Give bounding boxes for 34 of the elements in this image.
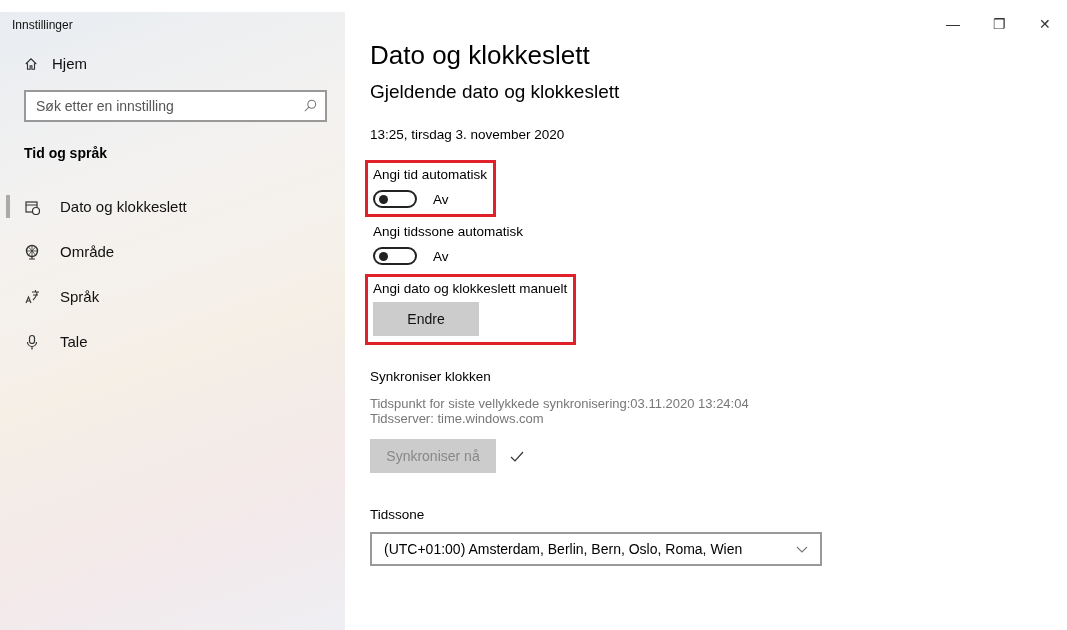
toggle-switch[interactable] — [373, 247, 417, 265]
timezone-label: Tidssone — [370, 507, 426, 522]
sidebar-item[interactable]: Tale — [6, 330, 345, 353]
search-icon — [303, 99, 317, 113]
toggle-switch[interactable] — [373, 190, 417, 208]
language-icon — [24, 288, 40, 305]
minimize-button[interactable]: — — [945, 16, 961, 38]
sync-heading: Synkroniser klokken — [370, 369, 492, 384]
toggle-state: Av — [433, 248, 449, 264]
window-title: Innstillinger — [11, 17, 74, 34]
section-title: Gjeldende dato og klokkeslett — [370, 81, 621, 103]
home-link[interactable]: Hjem — [24, 55, 345, 72]
setting-label: Angi dato og klokkeslett manuelt — [373, 281, 568, 296]
current-date-time: 13:25, tirsdag 3. november 2020 — [370, 127, 566, 142]
toggle-state: Av — [433, 191, 449, 207]
sidebar-item[interactable]: Område — [6, 240, 345, 263]
calendar-icon — [24, 198, 40, 215]
setting-label: Angi tidssone automatisk — [373, 224, 524, 239]
microphone-icon — [24, 333, 40, 350]
timezone-dropdown[interactable]: (UTC+01:00) Amsterdam, Berlin, Bern, Oslo, Roma, Wien — [370, 532, 822, 566]
maximize-button[interactable]: ❐ — [991, 16, 1007, 38]
home-icon — [24, 56, 38, 71]
sidebar-item[interactable]: Dato og klokkeslett — [6, 195, 345, 218]
page-title: Dato og klokkeslett — [370, 40, 591, 71]
globe-icon — [24, 243, 40, 260]
section-heading: Tid og språk — [24, 145, 108, 161]
close-button[interactable]: ✕ — [1037, 16, 1053, 38]
search-field[interactable]: Søk etter en innstilling — [24, 90, 327, 122]
sidebar-item[interactable]: Språk — [6, 285, 345, 308]
sync-info: Tidspunkt for siste vellykkede synkronisering:03.11.2020 13:24:04 — [370, 396, 750, 411]
setting-label: Angi tid automatisk — [373, 167, 488, 182]
chevron-icon — [796, 545, 808, 553]
sync-info: Tidsserver: time.windows.com — [370, 411, 545, 426]
change-button[interactable]: Endre — [373, 302, 479, 336]
